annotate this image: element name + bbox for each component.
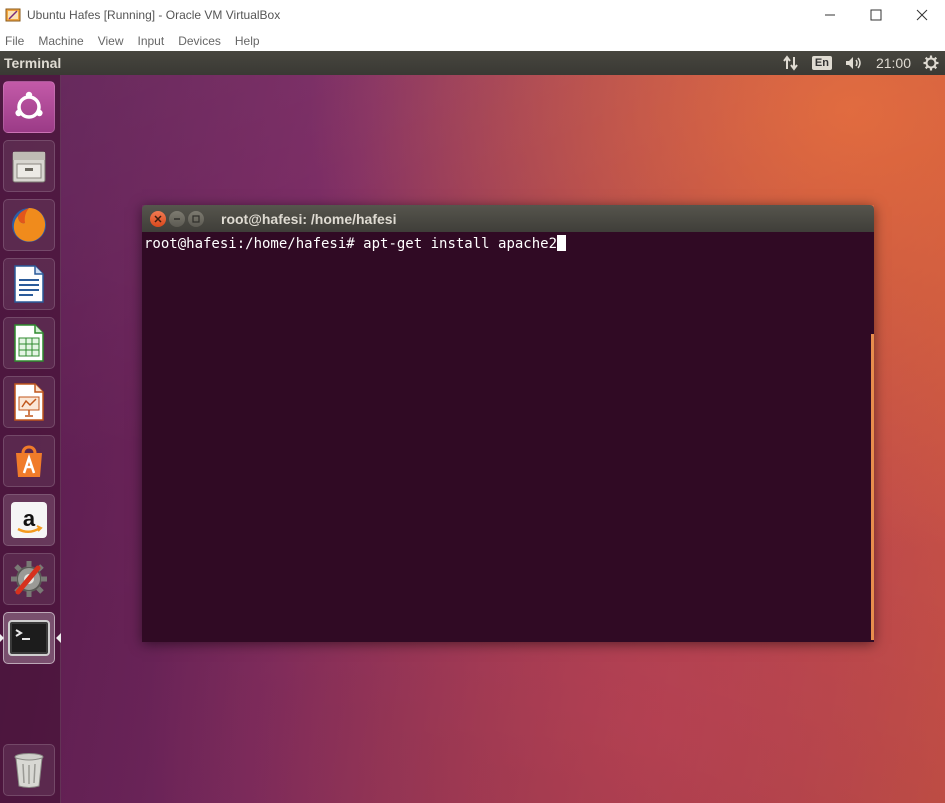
amazon-icon[interactable]: a (3, 494, 55, 546)
terminal-command: apt-get install apache2 (363, 236, 558, 252)
terminal-titlebar[interactable]: root@hafesi: /home/hafesi (142, 205, 874, 232)
firefox-icon[interactable] (3, 199, 55, 251)
menu-devices[interactable]: Devices (178, 34, 221, 48)
maximize-button[interactable] (853, 0, 899, 30)
terminal-icon[interactable] (3, 612, 55, 664)
terminal-scrollbar[interactable] (871, 334, 874, 640)
clock[interactable]: 21:00 (876, 55, 911, 71)
libreoffice-impress-icon[interactable] (3, 376, 55, 428)
terminal-body[interactable]: root@hafesi:/home/hafesi# apt-get instal… (142, 232, 874, 642)
guest-screen: Terminal En 21:00 a root@hafesi: /home/h… (0, 51, 945, 803)
terminal-command-line: root@hafesi:/home/hafesi# apt-get instal… (144, 235, 872, 252)
svg-text:a: a (23, 506, 36, 531)
menu-help[interactable]: Help (235, 34, 260, 48)
top-panel: Terminal En 21:00 (0, 51, 945, 75)
libreoffice-calc-icon[interactable] (3, 317, 55, 369)
terminal-maximize-button[interactable] (188, 210, 204, 227)
keyboard-layout-indicator[interactable]: En (811, 56, 832, 70)
libreoffice-writer-icon[interactable] (3, 258, 55, 310)
minimize-button[interactable] (807, 0, 853, 30)
menu-input[interactable]: Input (138, 34, 165, 48)
focused-indicator (56, 633, 61, 643)
files-icon[interactable] (3, 140, 55, 192)
ubuntu-dash-icon[interactable] (3, 81, 55, 133)
terminal-window[interactable]: root@hafesi: /home/hafesi root@hafesi:/h… (142, 205, 874, 642)
running-indicator (0, 634, 4, 642)
vbox-menubar: File Machine View Input Devices Help (0, 30, 945, 51)
terminal-prompt: root@hafesi:/home/hafesi# (144, 236, 364, 252)
ubuntu-software-icon[interactable] (3, 435, 55, 487)
close-button[interactable] (899, 0, 945, 30)
panel-app-title: Terminal (4, 55, 62, 71)
vbox-titlebar: Ubuntu Hafes [Running] - Oracle VM Virtu… (0, 0, 945, 30)
window-title: Ubuntu Hafes [Running] - Oracle VM Virtu… (27, 8, 281, 22)
menu-file[interactable]: File (5, 34, 24, 48)
launcher: a (0, 75, 61, 803)
trash-icon[interactable] (3, 744, 55, 796)
virtualbox-app-icon[interactable] (5, 7, 21, 23)
terminal-close-button[interactable] (150, 210, 166, 227)
system-settings-icon[interactable] (3, 553, 55, 605)
terminal-minimize-button[interactable] (169, 210, 185, 227)
menu-machine[interactable]: Machine (38, 34, 83, 48)
volume-icon[interactable] (844, 55, 864, 71)
terminal-title: root@hafesi: /home/hafesi (221, 210, 397, 227)
system-menu-gear-icon[interactable] (923, 55, 939, 71)
menu-view[interactable]: View (98, 34, 124, 48)
keyboard-layout-label: En (811, 56, 832, 70)
text-cursor (557, 235, 567, 251)
network-icon[interactable] (782, 55, 800, 71)
